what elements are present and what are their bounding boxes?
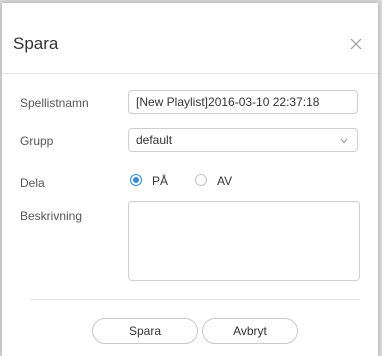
footer-divider — [30, 299, 360, 300]
playlist-name-label: Spellistnamn — [20, 96, 89, 110]
playlist-name-input[interactable]: [New Playlist]2016-03-10 22:37:18 — [128, 90, 358, 114]
chevron-down-icon — [340, 138, 348, 144]
description-textarea[interactable] — [128, 201, 360, 281]
cancel-button[interactable]: Avbryt — [202, 318, 298, 344]
radio-unchecked-icon — [195, 174, 207, 186]
share-off-radio[interactable]: AV — [195, 173, 245, 189]
group-selected-value: default — [136, 133, 173, 147]
dialog-title: Spara — [13, 34, 59, 53]
save-button[interactable]: Spara — [92, 318, 198, 344]
description-label: Beskrivning — [20, 209, 83, 223]
close-button[interactable] — [347, 35, 365, 53]
radio-checked-icon — [130, 174, 142, 186]
share-off-label: AV — [217, 174, 233, 188]
close-icon — [347, 35, 365, 53]
save-dialog: Spara Spellistnamn [New Playlist]2016-03… — [2, 3, 378, 356]
share-on-label: PÅ — [152, 174, 169, 188]
share-on-radio[interactable]: PÅ — [130, 173, 180, 189]
group-label: Grupp — [20, 134, 54, 148]
dialog-header: Spara — [2, 3, 378, 74]
share-label: Dela — [20, 176, 45, 190]
group-select[interactable]: default — [128, 128, 358, 152]
